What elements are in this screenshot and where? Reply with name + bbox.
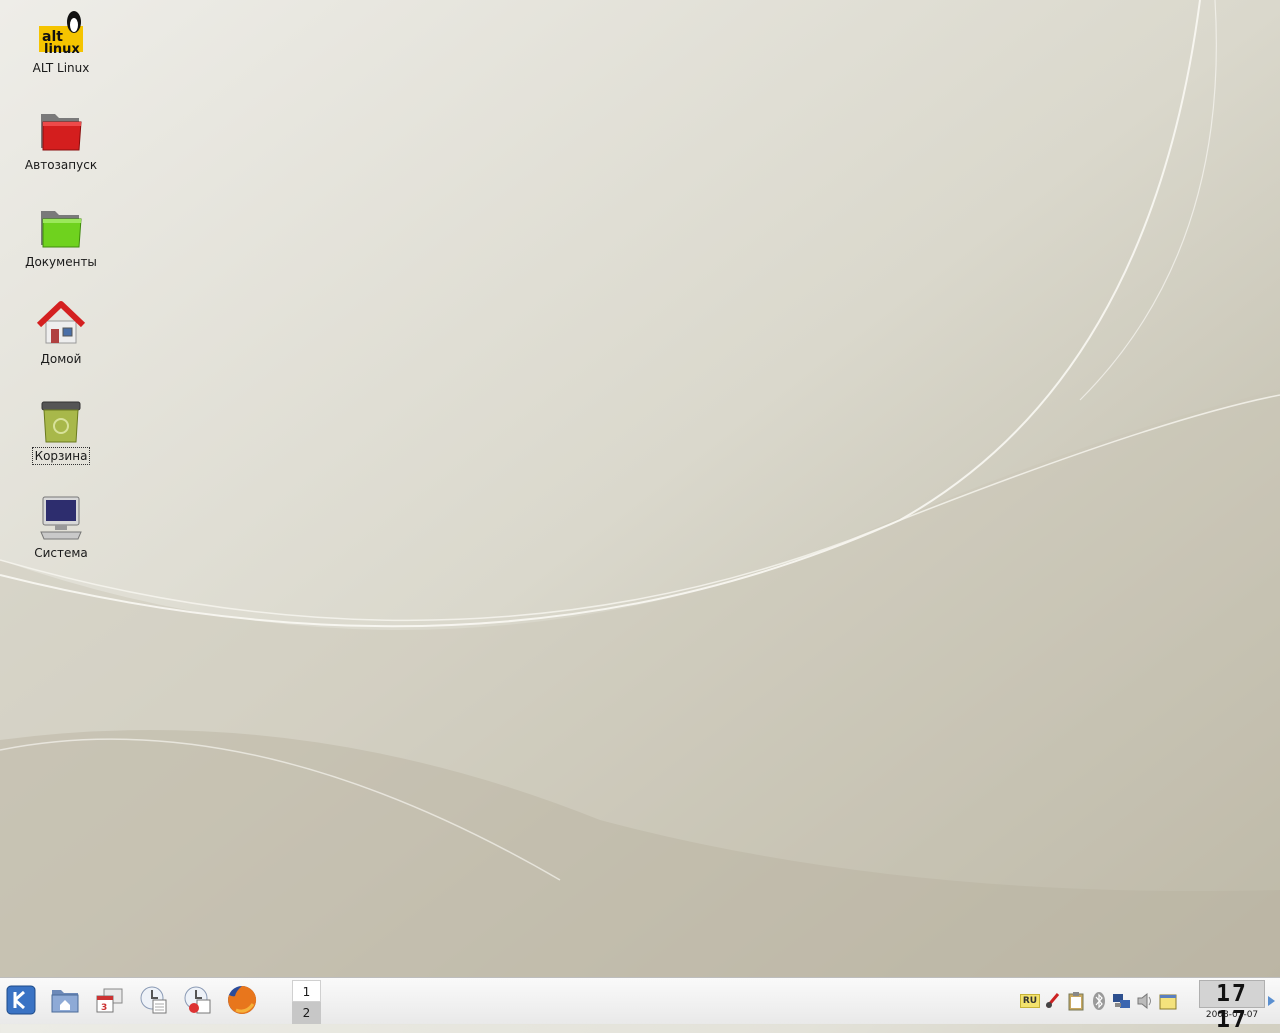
home-icon [36, 299, 86, 349]
firefox-icon [226, 984, 258, 1019]
desktop-icon-trash[interactable]: Корзина [14, 396, 108, 465]
desktop-icon-documents[interactable]: Документы [14, 202, 108, 270]
desktop-icon-label: Корзина [31, 447, 91, 465]
mail-config-icon [183, 985, 213, 1018]
firefox-launcher[interactable] [225, 984, 259, 1018]
svg-text:3: 3 [101, 1003, 107, 1013]
mail-client-launcher[interactable] [137, 984, 171, 1018]
notes-icon[interactable] [1157, 990, 1179, 1012]
network-icon[interactable] [1111, 990, 1133, 1012]
desktop-icon-system[interactable]: Система [14, 493, 108, 561]
volume-icon[interactable] [1134, 990, 1156, 1012]
svg-text:linux: linux [44, 42, 80, 57]
desktop-icon-label: Автозапуск [24, 158, 98, 172]
system-tray: RU [1018, 989, 1179, 1013]
home-folder-icon [50, 986, 80, 1017]
desktop-icon-autostart[interactable]: Автозапуск [14, 105, 108, 173]
clock[interactable]: 17 17 2008-01-07 [1199, 980, 1265, 1033]
keyboard-layout-indicator[interactable]: RU [1019, 990, 1041, 1012]
taskbar: 3 1 2 RU 17 17 2008-01-07 [0, 977, 1280, 1033]
desktop-icon-label: Домой [40, 352, 82, 366]
computer-icon [36, 493, 86, 543]
desktop-icon-label: Документы [25, 255, 97, 269]
desktop-pager: 1 2 [292, 980, 321, 1024]
green-folder-icon [36, 202, 86, 252]
pager-desktop-1[interactable]: 1 [292, 980, 321, 1002]
home-folder-launcher[interactable] [48, 984, 82, 1018]
clock-time: 17 17 [1199, 980, 1265, 1033]
pager-desktop-2[interactable]: 2 [292, 1002, 321, 1024]
kde-menu-icon [6, 985, 36, 1018]
desktop[interactable]: alt linux ALT Linux Автозапуск Документы [0, 0, 1280, 977]
keyboard-layout-label: RU [1019, 994, 1041, 1008]
panel-hide-arrow-icon[interactable] [1268, 996, 1275, 1006]
mail-config-launcher[interactable] [181, 984, 215, 1018]
calendar-launcher[interactable]: 3 [92, 984, 126, 1018]
klipper-icon[interactable] [1042, 990, 1064, 1012]
wallpaper [0, 0, 1280, 977]
desktop-icon-home[interactable]: Домой [14, 299, 108, 367]
alt-linux-logo-icon: alt linux [36, 8, 86, 58]
kde-menu-button[interactable] [4, 984, 38, 1018]
mail-client-icon [139, 985, 169, 1018]
desktop-icon-label: Система [34, 546, 88, 560]
bluetooth-icon[interactable] [1088, 990, 1110, 1012]
trash-icon [36, 396, 86, 446]
clock-date: 2008-01-07 [1205, 1010, 1259, 1020]
desktop-icon-alt-linux[interactable]: alt linux ALT Linux [14, 8, 108, 76]
clipboard-icon[interactable] [1065, 990, 1087, 1012]
desktop-icon-label: ALT Linux [32, 61, 90, 75]
calendar-mail-icon: 3 [94, 986, 124, 1017]
red-folder-icon [36, 105, 86, 155]
